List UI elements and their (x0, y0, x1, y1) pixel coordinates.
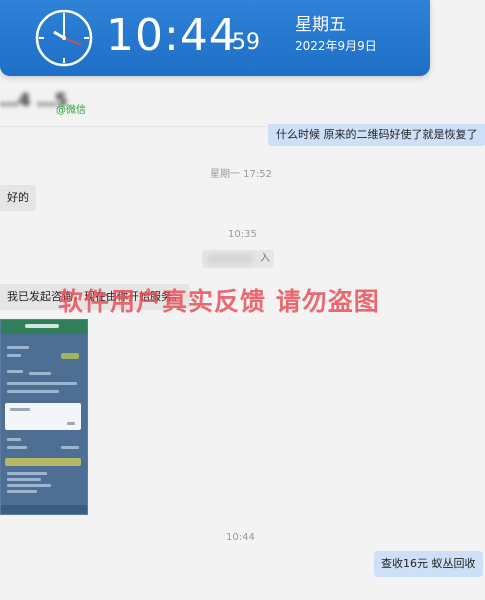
thumbnail-dialog (5, 403, 81, 430)
chat-header: …4 …5 @微信 (0, 76, 485, 126)
system-notice-text: 入 (260, 253, 270, 264)
system-notice: 入 (202, 250, 274, 268)
thumbnail-confirm-bar (5, 458, 81, 466)
image-message-thumbnail[interactable] (0, 319, 88, 515)
clock-seconds: 59 (232, 30, 260, 55)
clock-weekday: 星期五 (295, 15, 346, 35)
thumbnail-badge (61, 353, 79, 359)
message-outgoing[interactable]: 什么时候 原来的二维码好使了就是恢复了 (268, 124, 485, 146)
analog-clock-icon (35, 9, 93, 67)
message-timestamp: 10:35 (228, 229, 257, 240)
clock-widget: 10:44 59 星期五 2022年9月9日 (0, 0, 430, 76)
message-timestamp: 10:44 (226, 532, 255, 543)
thumbnail-navbar (1, 505, 87, 514)
message-timestamp: 星期一 17:52 (210, 169, 272, 180)
message-incoming[interactable]: 我已发起咨询，现在由你开始服务。 (0, 284, 190, 310)
clock-date: 2022年9月9日 (295, 39, 377, 53)
contact-source-label: @微信 (56, 105, 86, 116)
thumbnail-topbar (1, 320, 87, 334)
clock-time: 10:44 (106, 10, 238, 61)
redacted-text (206, 254, 254, 264)
message-outgoing[interactable]: 查收16元 蚁丛回收 (374, 551, 483, 577)
message-incoming[interactable]: 好的 (0, 185, 36, 211)
